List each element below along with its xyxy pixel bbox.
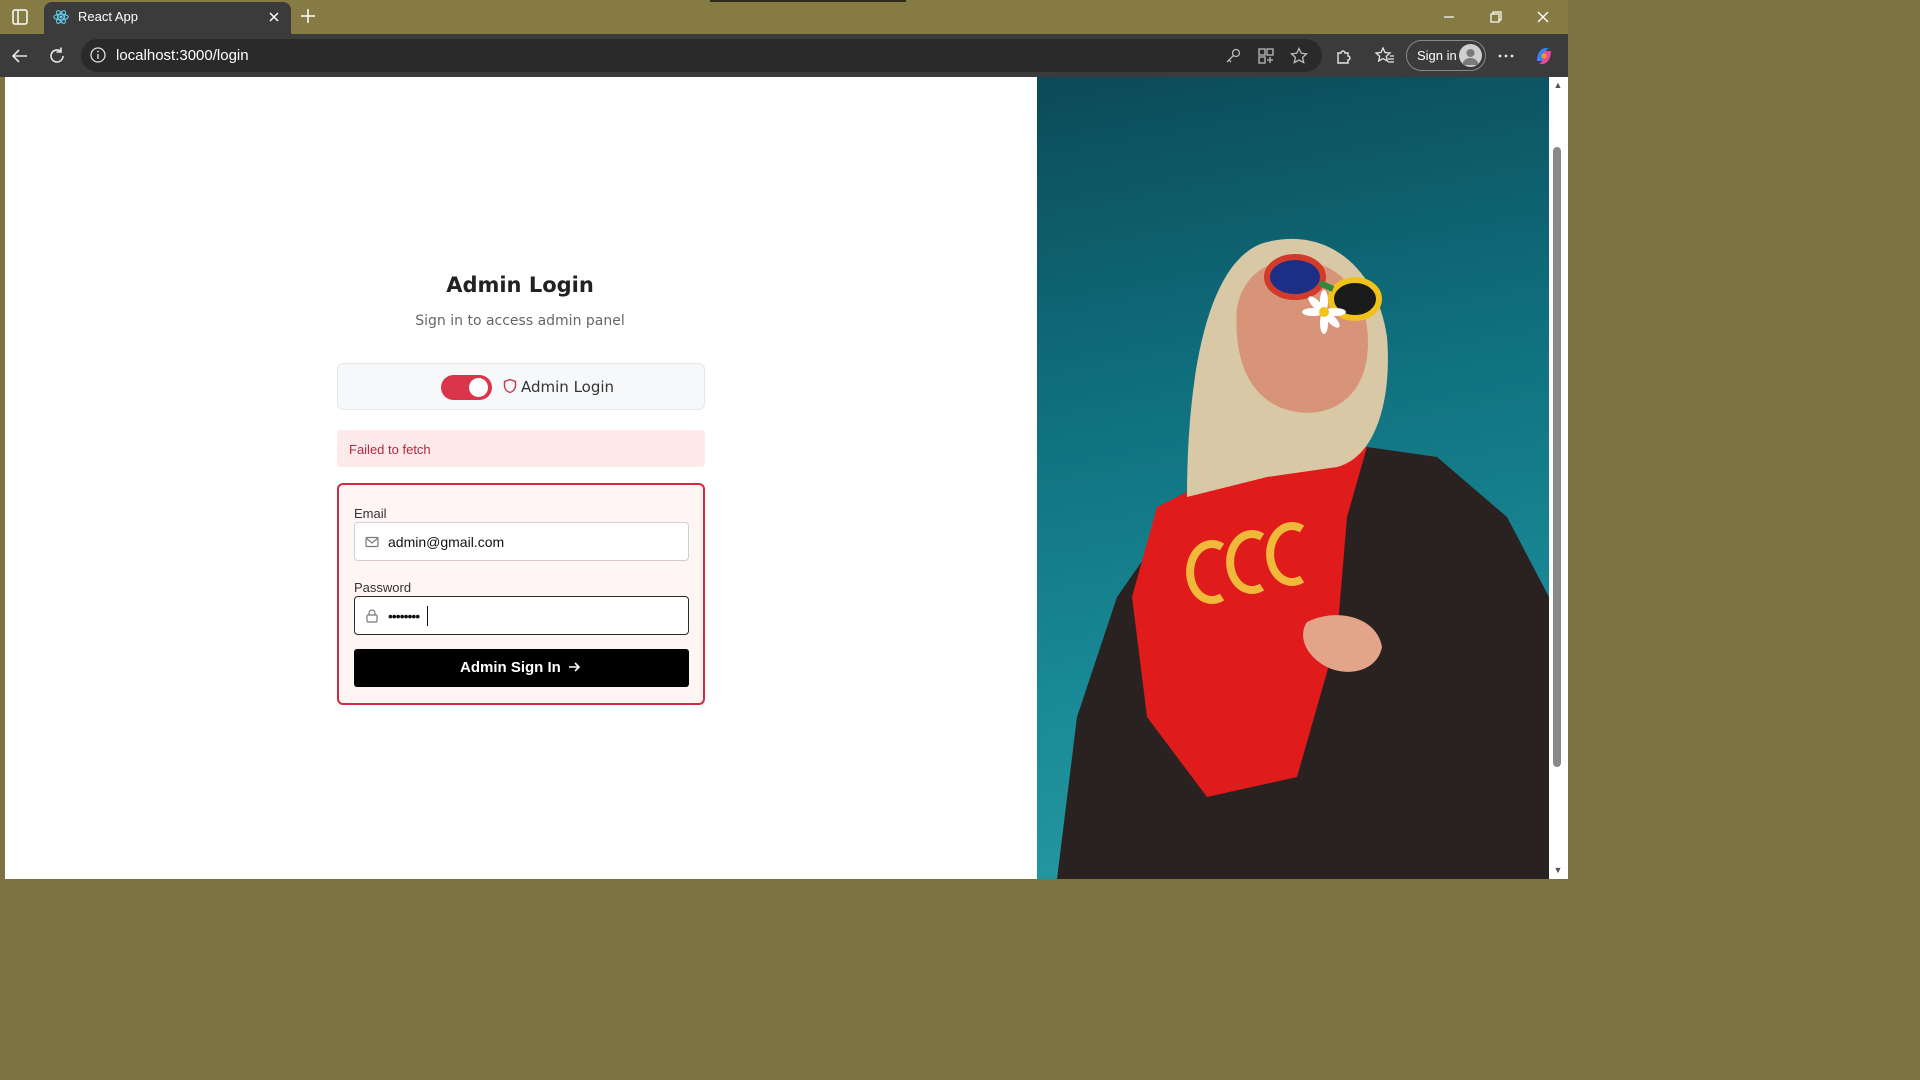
extensions-icon[interactable] bbox=[1333, 45, 1355, 67]
tab-strip-indicator bbox=[710, 0, 906, 2]
star-icon[interactable] bbox=[1289, 46, 1309, 66]
window-close-icon[interactable] bbox=[1532, 6, 1554, 28]
page-viewport: Admin Login Sign in to access admin pane… bbox=[5, 77, 1549, 879]
sign-in-button-label: Admin Sign In bbox=[460, 659, 561, 676]
password-value: •••••••• bbox=[388, 608, 420, 624]
mail-icon bbox=[364, 534, 380, 550]
favorites-icon[interactable] bbox=[1374, 45, 1396, 67]
page-scrollbar[interactable]: ▲ ▼ bbox=[1549, 77, 1568, 879]
page-subtitle: Sign in to access admin panel bbox=[415, 313, 625, 329]
tab-title: React App bbox=[78, 9, 138, 24]
plus-icon[interactable] bbox=[298, 6, 318, 26]
login-panel: Admin Login Sign in to access admin pane… bbox=[5, 77, 1037, 879]
lock-icon bbox=[364, 608, 380, 624]
text-caret bbox=[427, 606, 428, 626]
email-field[interactable]: admin@gmail.com bbox=[354, 522, 689, 561]
apps-icon[interactable] bbox=[1256, 46, 1276, 66]
more-icon[interactable] bbox=[1495, 45, 1517, 67]
error-message: Failed to fetch bbox=[349, 442, 431, 457]
key-icon[interactable] bbox=[1223, 46, 1243, 66]
sign-in-button[interactable]: Sign in bbox=[1406, 40, 1486, 71]
password-label: Password bbox=[354, 580, 412, 595]
restore-icon[interactable] bbox=[1485, 6, 1507, 28]
avatar-icon bbox=[1459, 44, 1482, 67]
scroll-up-icon[interactable]: ▲ bbox=[1552, 80, 1564, 90]
back-icon[interactable] bbox=[9, 45, 31, 67]
hero-photo bbox=[1037, 77, 1549, 879]
close-icon[interactable] bbox=[265, 8, 283, 26]
sign-in-label: Sign in bbox=[1417, 48, 1457, 63]
browser-toolbar: localhost:3000/login Sign in bbox=[0, 34, 1568, 77]
page-title: Admin Login bbox=[446, 273, 594, 297]
info-icon[interactable] bbox=[89, 46, 107, 64]
arrow-right-icon bbox=[567, 660, 581, 674]
email-value: admin@gmail.com bbox=[388, 534, 505, 550]
email-label: Email bbox=[354, 506, 387, 521]
minimize-icon[interactable] bbox=[1438, 6, 1460, 28]
password-field[interactable]: •••••••• bbox=[354, 596, 689, 635]
tab-strip: React App bbox=[0, 0, 1568, 34]
scroll-down-icon[interactable]: ▼ bbox=[1552, 865, 1564, 875]
copilot-icon[interactable] bbox=[1533, 45, 1555, 67]
toggle-knob bbox=[469, 378, 488, 397]
address-bar[interactable]: localhost:3000/login bbox=[81, 39, 1322, 72]
refresh-icon[interactable] bbox=[46, 45, 68, 67]
sidebar-icon[interactable] bbox=[10, 7, 30, 27]
shield-icon bbox=[502, 378, 518, 394]
url-text[interactable]: localhost:3000/login bbox=[116, 47, 249, 64]
login-form: Email admin@gmail.com Password •••••••• … bbox=[337, 483, 705, 705]
react-icon bbox=[52, 8, 70, 26]
browser-tab[interactable]: React App bbox=[44, 2, 291, 34]
hero-illustration bbox=[1057, 238, 1549, 879]
admin-toggle-panel: Admin Login bbox=[337, 363, 705, 410]
scrollbar-thumb[interactable] bbox=[1553, 147, 1561, 767]
admin-toggle-label: Admin Login bbox=[521, 378, 615, 396]
error-banner: Failed to fetch bbox=[337, 430, 705, 467]
admin-toggle-switch[interactable] bbox=[441, 375, 492, 400]
admin-sign-in-button[interactable]: Admin Sign In bbox=[354, 649, 689, 687]
